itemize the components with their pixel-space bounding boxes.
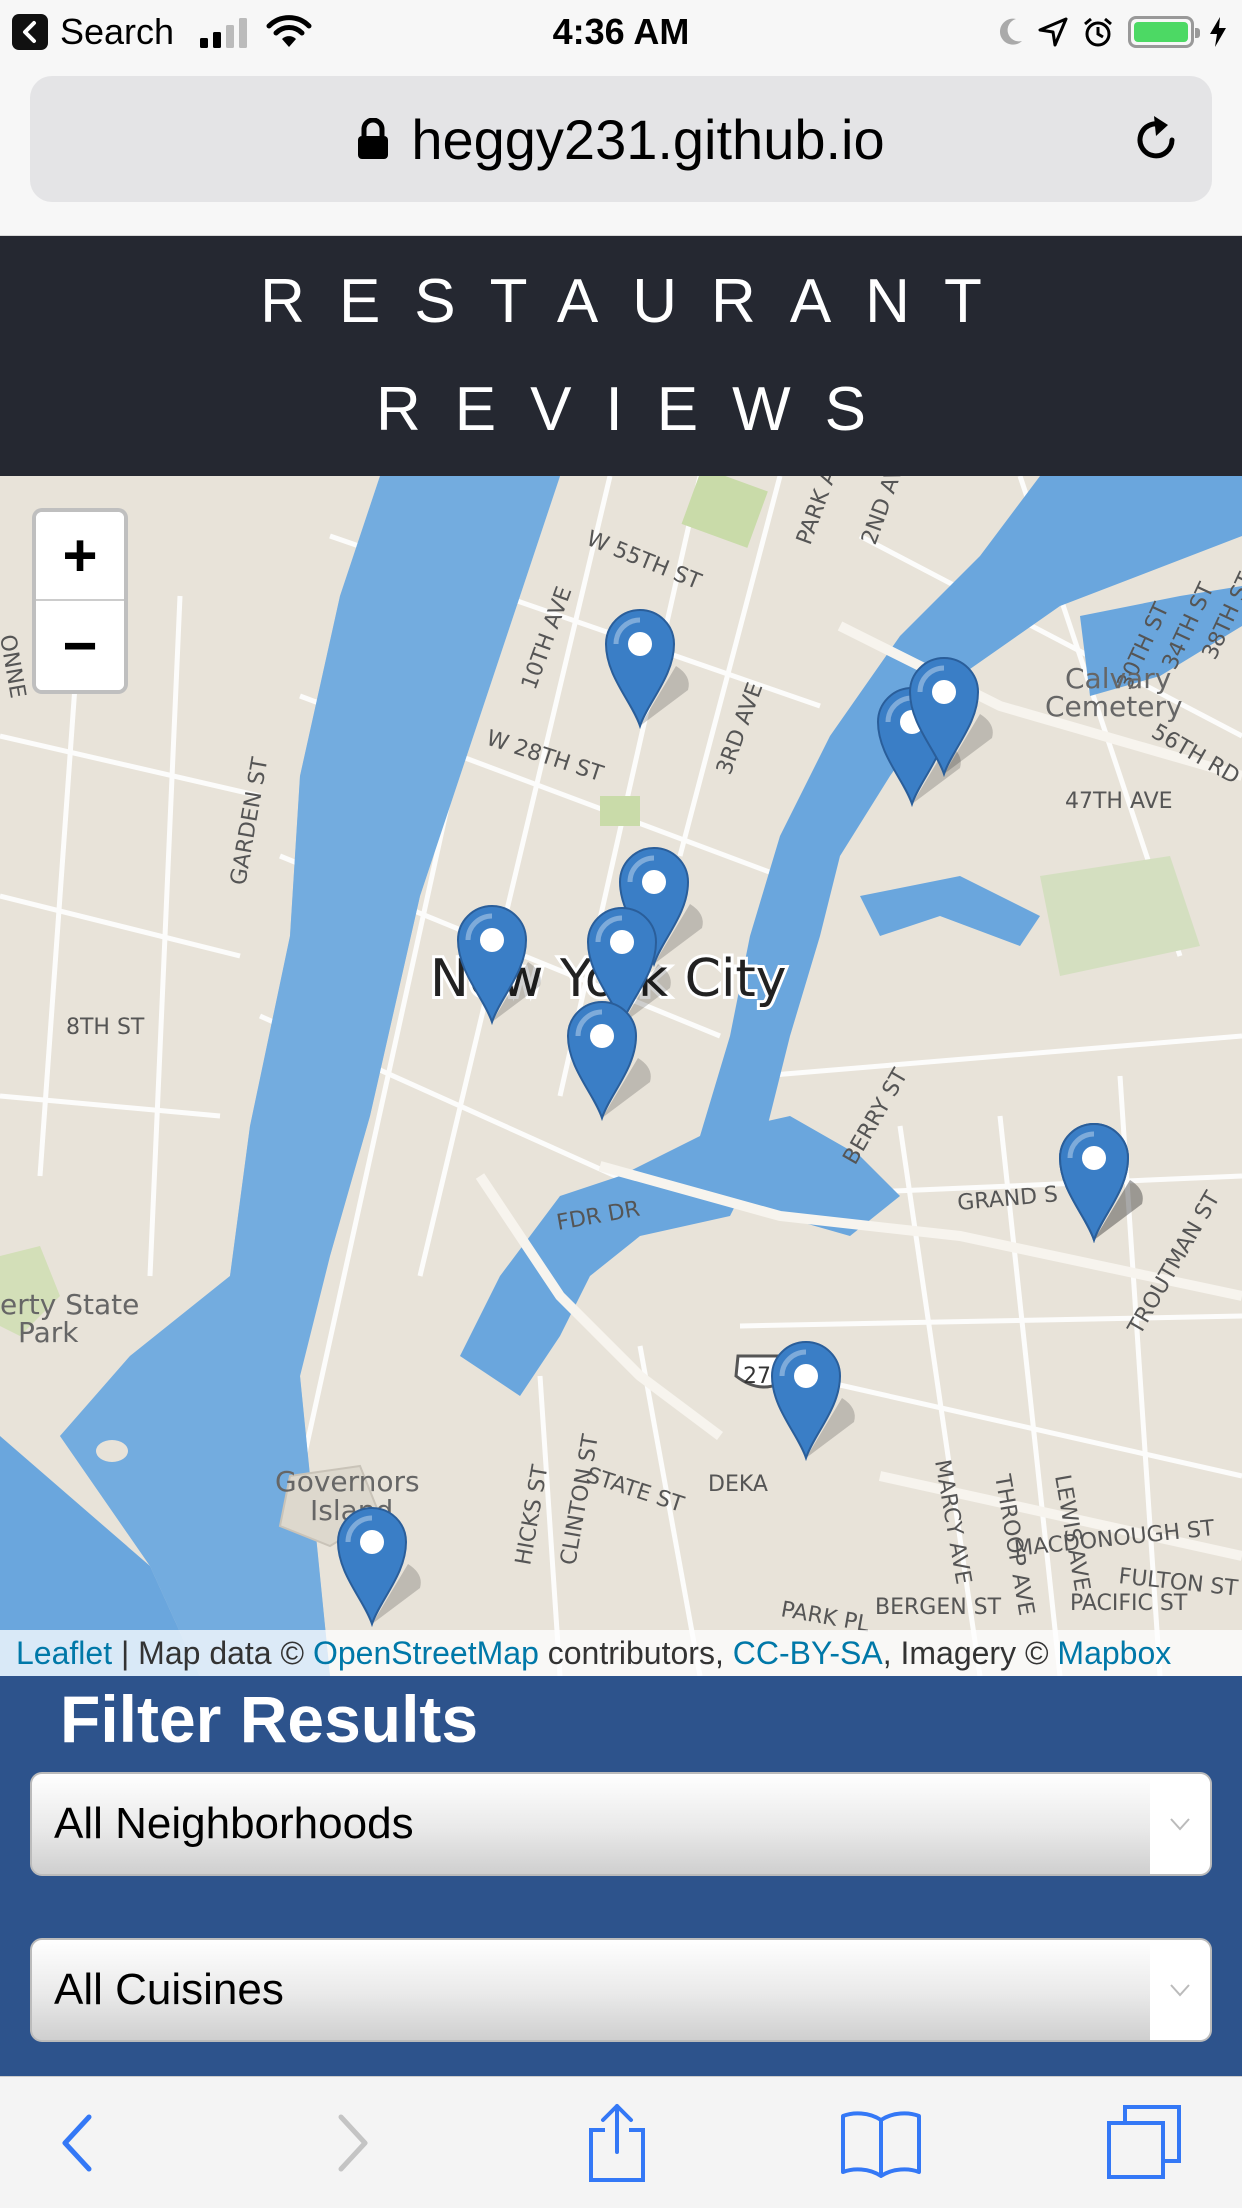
map-marker-icon[interactable]	[602, 606, 708, 735]
site-title-line-1[interactable]: RESTAURANT	[226, 248, 1016, 356]
browser-address-area: heggy231.github.io	[0, 64, 1242, 236]
map-marker-icon[interactable]	[906, 654, 1012, 783]
svg-text:DEKA: DEKA	[708, 1472, 768, 1497]
site-title-line-2[interactable]: REVIEWS	[342, 356, 900, 464]
cc-by-sa-link[interactable]: CC-BY-SA	[733, 1635, 883, 1671]
reload-icon[interactable]	[1132, 114, 1182, 166]
location-arrow-icon	[1038, 17, 1068, 47]
zoom-out-button[interactable]: −	[36, 601, 124, 690]
forward-button[interactable]	[308, 2103, 398, 2183]
chevron-down-icon	[1170, 1984, 1190, 1997]
restaurant-map[interactable]: 278 W 55TH ST W 28TH ST 10TH AVE 3RD AVE…	[0, 476, 1242, 1676]
lock-icon	[358, 118, 389, 159]
battery-level	[1134, 22, 1188, 42]
map-marker-icon[interactable]	[564, 998, 670, 1127]
neighborhoods-select-value[interactable]: All Neighborhoods	[54, 1774, 414, 1874]
bookmarks-icon	[841, 2111, 921, 2178]
share-button[interactable]	[572, 2103, 662, 2183]
leaflet-link[interactable]: Leaflet	[16, 1635, 112, 1671]
site-header: RESTAURANT REVIEWS	[0, 236, 1242, 476]
map-attribution: Leaflet | Map data © OpenStreetMap contr…	[0, 1630, 1242, 1676]
status-right	[998, 10, 1228, 54]
cuisines-select[interactable]: All Cuisines	[30, 1938, 1212, 2042]
openstreetmap-link[interactable]: OpenStreetMap	[313, 1635, 539, 1671]
attribution-text-2: contributors,	[538, 1635, 733, 1671]
address-bar[interactable]: heggy231.github.io	[30, 76, 1212, 202]
filter-heading: Filter Results	[60, 1682, 479, 1756]
map-marker-icon[interactable]	[768, 1338, 874, 1467]
charging-bolt-icon	[1210, 17, 1226, 47]
chevron-down-icon	[1170, 1818, 1190, 1831]
bookmarks-button[interactable]	[836, 2103, 926, 2183]
map-marker-icon[interactable]	[334, 1504, 440, 1633]
share-icon	[589, 2104, 645, 2182]
neighborhoods-dropdown-arrow[interactable]	[1150, 1774, 1210, 1874]
tabs-button[interactable]	[1100, 2103, 1190, 2183]
status-bar: Search 4:36 AM	[0, 0, 1242, 64]
map-marker-icon[interactable]	[454, 902, 560, 1031]
browser-toolbar	[0, 2076, 1242, 2208]
svg-text:Cemetery: Cemetery	[1045, 690, 1183, 723]
back-button[interactable]	[32, 2103, 122, 2183]
attribution-text-3: , Imagery ©	[882, 1635, 1058, 1671]
neighborhoods-select[interactable]: All Neighborhoods	[30, 1772, 1212, 1876]
battery-icon	[1128, 16, 1200, 48]
svg-text:BERGEN ST: BERGEN ST	[875, 1595, 1002, 1620]
mapbox-link[interactable]: Mapbox	[1057, 1635, 1171, 1671]
svg-text:47TH AVE: 47TH AVE	[1065, 789, 1173, 814]
cuisines-dropdown-arrow[interactable]	[1150, 1940, 1210, 2040]
attribution-text-1: | Map data ©	[112, 1635, 313, 1671]
map-marker-icon[interactable]	[1056, 1120, 1162, 1249]
url-text[interactable]: heggy231.github.io	[411, 107, 884, 172]
tabs-icon	[1107, 2105, 1181, 2179]
back-icon	[62, 2114, 92, 2172]
cuisines-select-value[interactable]: All Cuisines	[54, 1940, 284, 2040]
url-display[interactable]: heggy231.github.io	[30, 76, 1212, 202]
zoom-in-button[interactable]: +	[36, 512, 124, 601]
alarm-clock-icon	[1084, 17, 1112, 47]
svg-text:8TH ST: 8TH ST	[66, 1015, 145, 1040]
do-not-disturb-moon-icon	[999, 18, 1022, 45]
filter-section: Filter Results All Neighborhoods All Cui…	[0, 1676, 1242, 2076]
svg-text:PACIFIC ST: PACIFIC ST	[1070, 1591, 1188, 1616]
forward-icon	[338, 2114, 368, 2172]
svg-text:Park: Park	[18, 1316, 79, 1349]
zoom-control: + −	[32, 508, 128, 694]
